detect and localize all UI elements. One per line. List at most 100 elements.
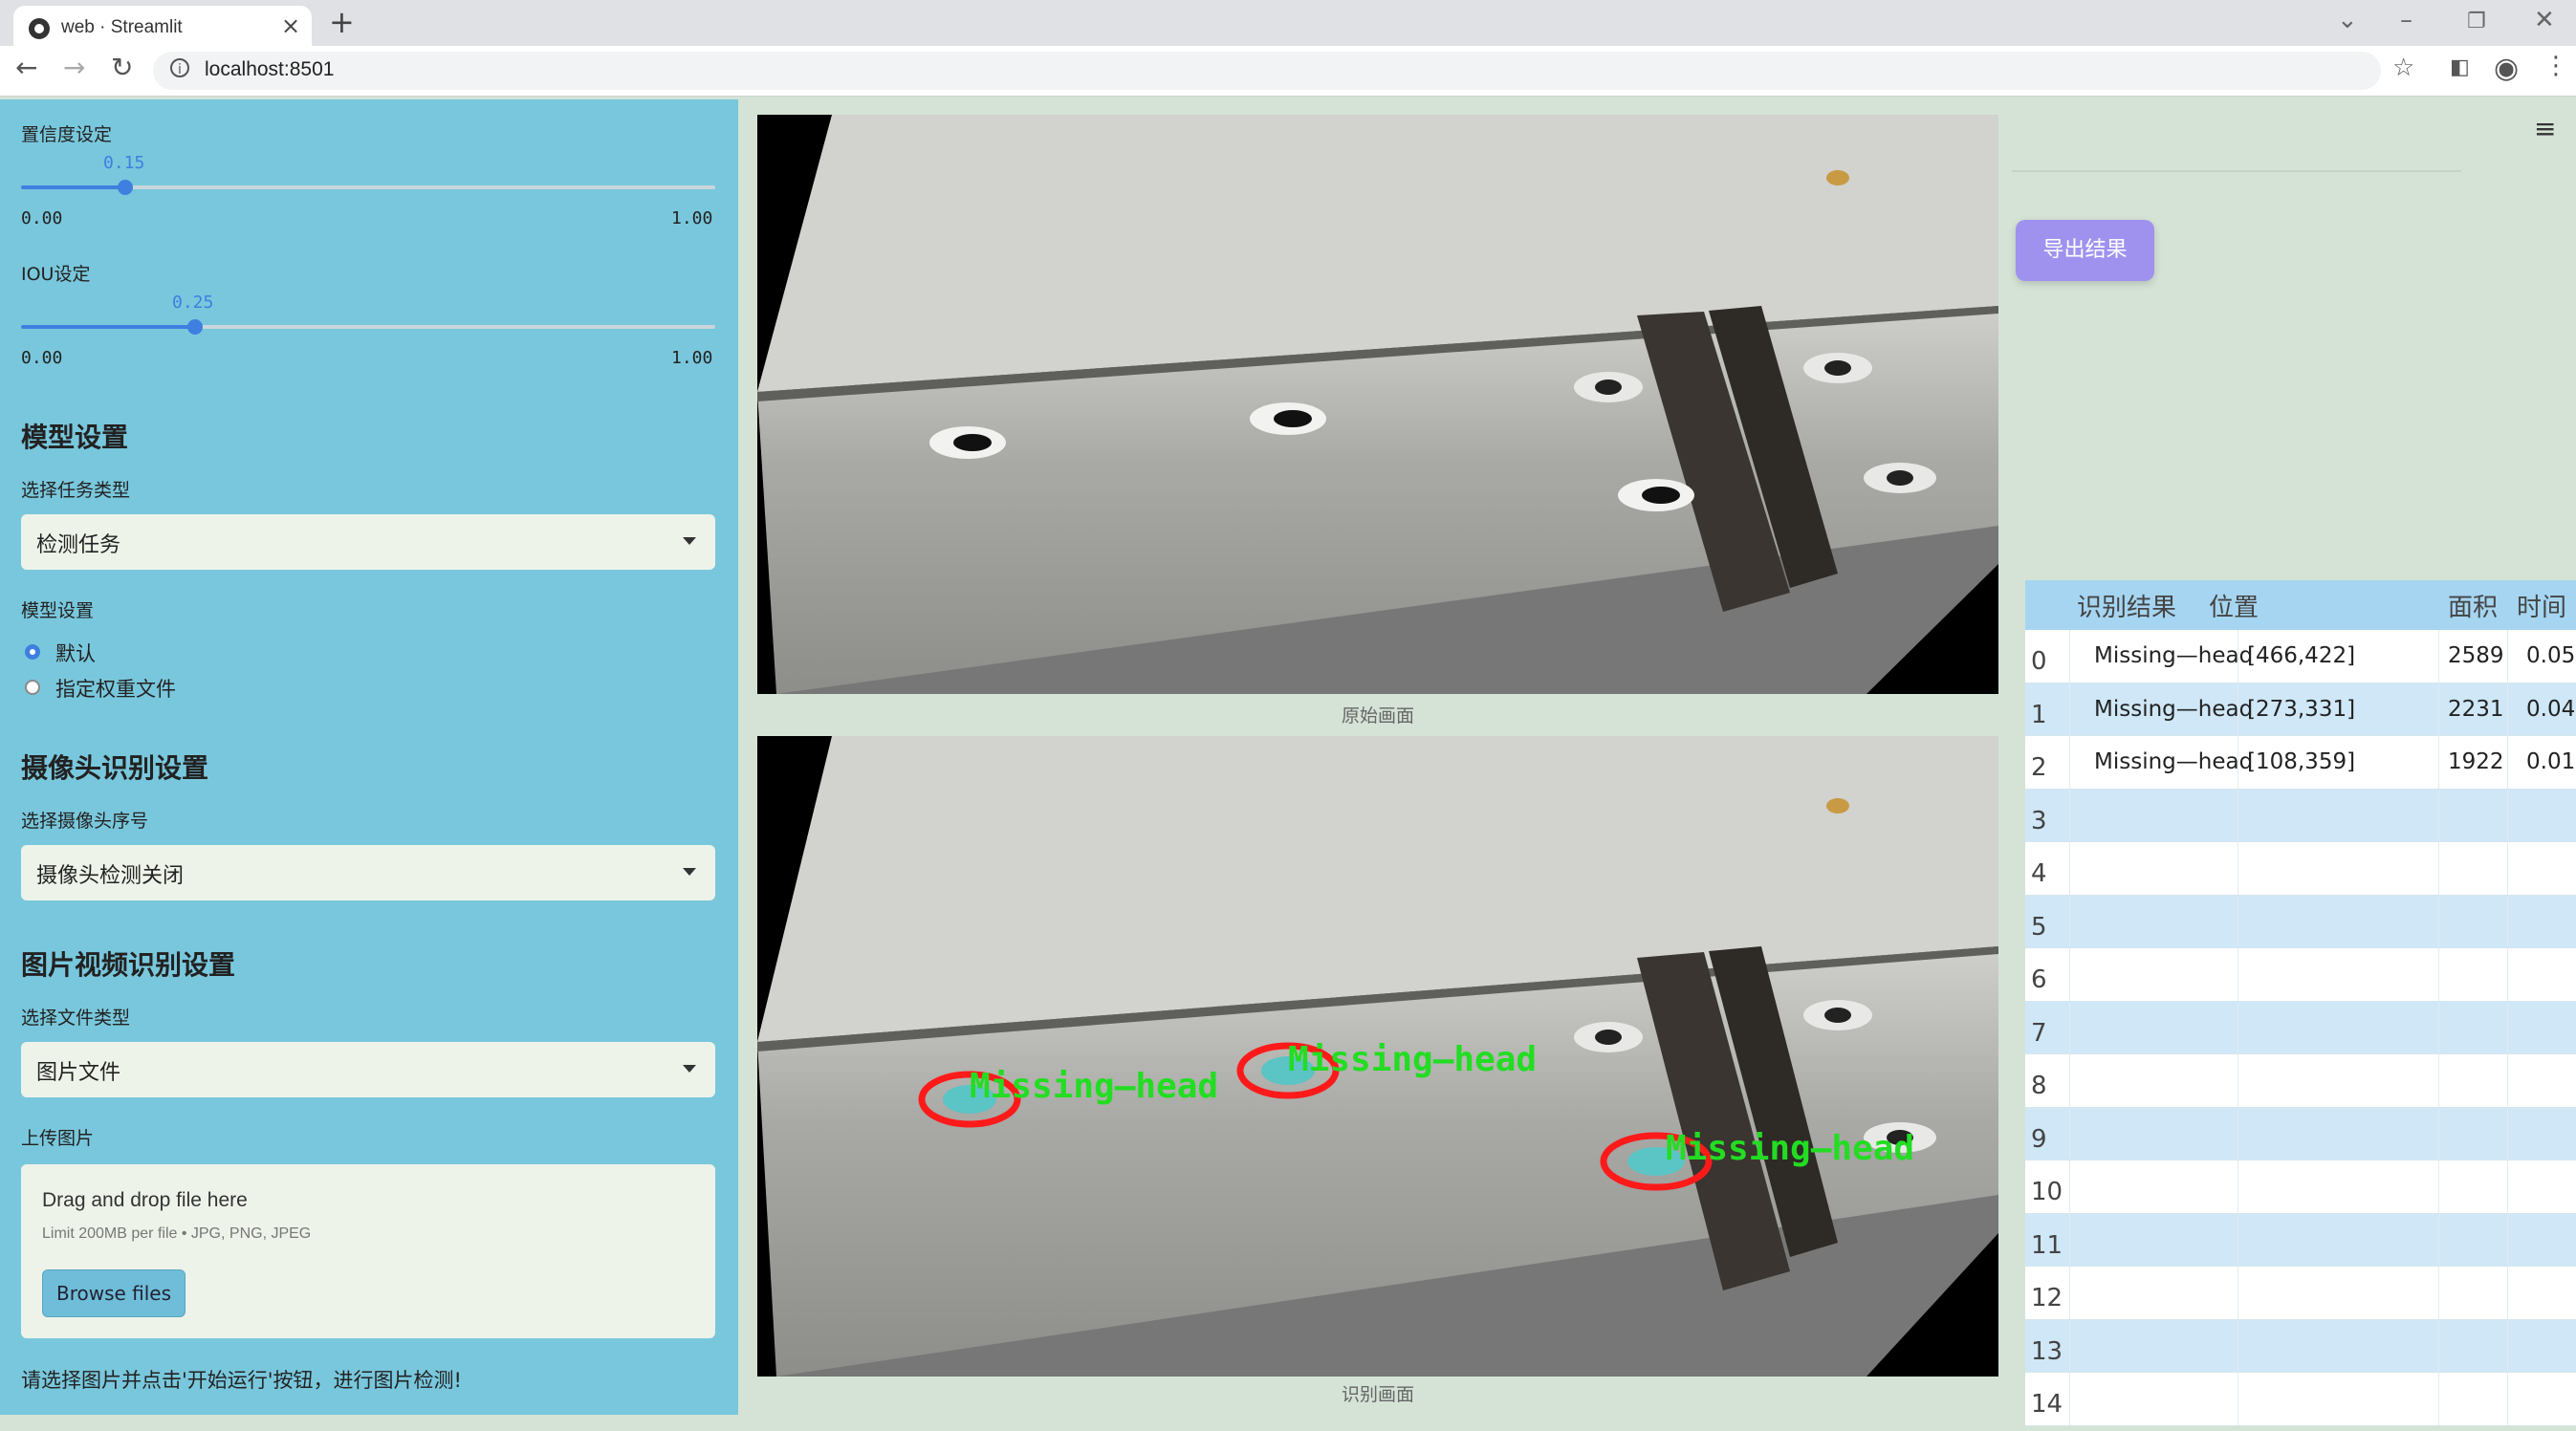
- column-divider: [2507, 1054, 2508, 1107]
- column-divider: [2507, 683, 2508, 735]
- reload-icon[interactable]: ↻: [111, 52, 133, 83]
- row-index: 1: [2031, 700, 2047, 729]
- cell-area: 1922: [2448, 749, 2504, 775]
- column-divider: [2438, 1160, 2439, 1213]
- table-row[interactable]: 1 Missing—head [273,331] 2231 0.04: [2025, 683, 2576, 736]
- browser-tab[interactable]: web · Streamlit ×: [13, 6, 312, 46]
- table-row[interactable]: 14: [2025, 1373, 2576, 1426]
- column-divider: [2507, 789, 2508, 841]
- iou-slider-fill: [21, 325, 195, 329]
- table-row[interactable]: 0 Missing—head [466,422] 2589 0.05: [2025, 630, 2576, 683]
- file-type-select[interactable]: 图片文件: [21, 1042, 715, 1097]
- confidence-slider-thumb[interactable]: [117, 180, 133, 195]
- window-close-icon[interactable]: ✕: [2534, 6, 2555, 34]
- tab-search-icon[interactable]: ⌄: [2337, 6, 2358, 34]
- task-type-select[interactable]: 检测任务: [21, 514, 715, 570]
- radio-default-label[interactable]: 默认: [55, 639, 96, 667]
- table-row[interactable]: 3: [2025, 789, 2576, 842]
- confidence-label: 置信度设定: [21, 124, 113, 145]
- column-divider: [2438, 1319, 2439, 1372]
- table-row[interactable]: 13: [2025, 1319, 2576, 1373]
- row-index: 0: [2031, 647, 2047, 677]
- profile-avatar-icon[interactable]: ◉: [2494, 52, 2519, 85]
- detection-label: Missing—head: [1288, 1040, 1537, 1079]
- browse-files-button[interactable]: Browse files: [42, 1269, 186, 1317]
- file-dropzone[interactable]: Drag and drop file here Limit 200MB per …: [21, 1164, 715, 1338]
- cell-position: [466,422]: [2247, 643, 2356, 669]
- browser-tab-strip: [0, 0, 2576, 46]
- camera-index-select[interactable]: 摄像头检测关闭: [21, 845, 715, 900]
- hint-text: 请选择图片并点击'开始运行'按钮，进行图片检测!: [21, 1369, 462, 1392]
- url-text[interactable]: localhost:8501: [205, 58, 334, 81]
- side-panel-icon[interactable]: ◧: [2450, 55, 2470, 79]
- column-divider: [2507, 630, 2508, 683]
- camera-index-label: 选择摄像头序号: [21, 811, 149, 832]
- table-row[interactable]: 5: [2025, 895, 2576, 948]
- new-tab-icon[interactable]: +: [329, 4, 355, 40]
- original-image: [757, 115, 1998, 694]
- iou-value: 0.25: [172, 293, 214, 313]
- row-index: 8: [2031, 1072, 2047, 1101]
- column-divider: [2507, 1213, 2508, 1266]
- header-position[interactable]: 位置: [2209, 580, 2259, 630]
- column-divider: [2507, 895, 2508, 947]
- table-row[interactable]: 4: [2025, 842, 2576, 896]
- table-row[interactable]: 10: [2025, 1160, 2576, 1214]
- detection-image-caption: 识别画面: [1341, 1384, 1414, 1405]
- table-row[interactable]: 11: [2025, 1213, 2576, 1267]
- header-area[interactable]: 面积: [2448, 580, 2498, 630]
- minimize-icon[interactable]: –: [2400, 6, 2412, 34]
- forward-icon[interactable]: →: [63, 52, 85, 83]
- column-divider: [2507, 842, 2508, 895]
- confidence-value: 0.15: [103, 153, 145, 173]
- camera-settings-heading: 摄像头识别设置: [21, 752, 209, 784]
- iou-slider-thumb[interactable]: [186, 319, 203, 335]
- address-bar[interactable]: [153, 52, 2381, 90]
- site-info-icon[interactable]: i: [170, 58, 189, 77]
- column-divider: [2507, 948, 2508, 1001]
- table-row[interactable]: 8: [2025, 1054, 2576, 1108]
- cell-result: Missing—head: [2094, 643, 2254, 669]
- back-icon[interactable]: ←: [15, 52, 37, 83]
- column-divider: [2438, 895, 2439, 947]
- app-menu-icon[interactable]: ≡: [2534, 113, 2556, 144]
- media-settings-heading: 图片视频识别设置: [21, 949, 236, 981]
- column-divider: [2438, 789, 2439, 841]
- radio-custom-weights[interactable]: [25, 680, 40, 695]
- row-index: 13: [2031, 1336, 2063, 1366]
- export-results-button[interactable]: 导出结果: [2016, 220, 2154, 281]
- column-divider: [2069, 1160, 2070, 1213]
- column-divider: [2507, 1319, 2508, 1372]
- row-index: 10: [2031, 1178, 2063, 1207]
- header-time[interactable]: 时间: [2517, 580, 2566, 630]
- table-row[interactable]: 6: [2025, 948, 2576, 1002]
- table-row[interactable]: 7: [2025, 1001, 2576, 1054]
- column-divider: [2069, 630, 2070, 683]
- bookmark-star-icon[interactable]: ☆: [2392, 54, 2414, 82]
- model-label: 模型设置: [21, 600, 95, 621]
- results-table: 识别结果 位置 面积 时间 0 Missing—head [466,422] 2589…: [2025, 580, 2576, 1426]
- column-divider: [2069, 1267, 2070, 1319]
- chevron-down-icon: [683, 1065, 696, 1073]
- iou-min: 0.00: [21, 348, 63, 368]
- column-divider: [2069, 1213, 2070, 1266]
- radio-custom-weights-label[interactable]: 指定权重文件: [55, 674, 176, 703]
- radio-default[interactable]: [25, 644, 40, 660]
- restore-icon[interactable]: ❐: [2467, 10, 2486, 33]
- table-row[interactable]: 9: [2025, 1107, 2576, 1160]
- header-result[interactable]: 识别结果: [2077, 580, 2176, 630]
- iou-max: 1.00: [671, 348, 713, 368]
- column-divider: [2438, 1054, 2439, 1107]
- chevron-down-icon: [683, 868, 696, 876]
- row-index: 12: [2031, 1284, 2063, 1313]
- table-row[interactable]: 12: [2025, 1267, 2576, 1320]
- column-divider: [2069, 1107, 2070, 1160]
- row-index: 11: [2031, 1230, 2063, 1260]
- browser-menu-icon[interactable]: ⋮: [2543, 52, 2568, 80]
- cell-position: [108,359]: [2247, 749, 2356, 775]
- close-tab-icon[interactable]: ×: [281, 12, 300, 39]
- cell-result: Missing—head: [2094, 749, 2254, 775]
- column-divider: [2069, 683, 2070, 735]
- cell-position: [273,331]: [2247, 696, 2356, 722]
- table-row[interactable]: 2 Missing—head [108,359] 1922 0.01: [2025, 736, 2576, 790]
